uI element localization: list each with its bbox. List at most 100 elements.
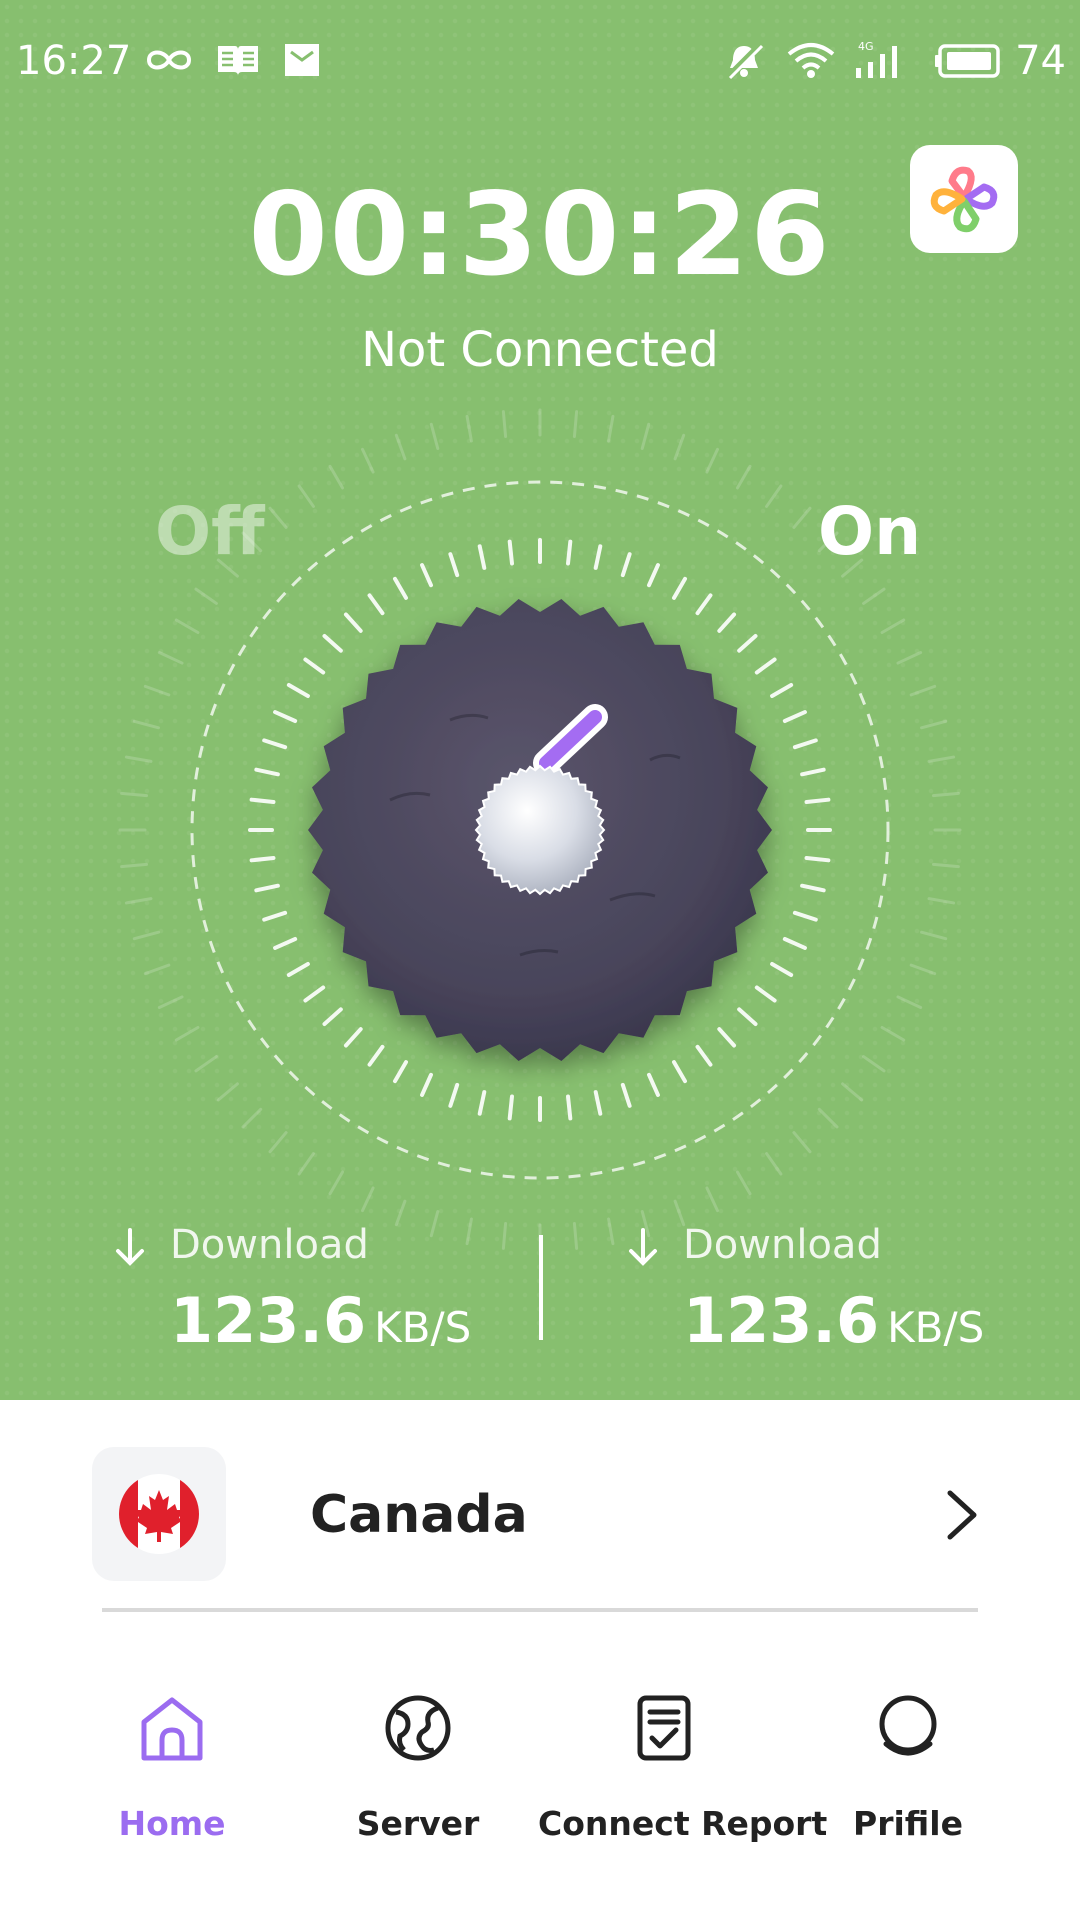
scale-tick (174, 1026, 200, 1042)
scale-tick (216, 558, 239, 578)
profile-icon (879, 1695, 937, 1756)
scale-tick (566, 539, 573, 566)
download-number: 123.6 (170, 1284, 367, 1357)
scale-tick (448, 1082, 460, 1108)
scale-tick (800, 883, 826, 893)
scale-tick (736, 1170, 752, 1196)
scale-tick (754, 657, 777, 675)
scale-tick (132, 719, 160, 730)
scale-tick (507, 1094, 514, 1121)
battery-icon (935, 44, 1000, 78)
nav-tab-profile[interactable]: Prifile (783, 1692, 1033, 1852)
scale-tick (765, 1152, 783, 1176)
scale-tick (620, 1082, 632, 1108)
scale-tick (328, 464, 344, 490)
scale-tick (817, 531, 839, 553)
scale-tick (367, 1044, 385, 1067)
scale-tick (249, 797, 276, 804)
scale-tick (254, 883, 280, 893)
arrow-down-icon (629, 1228, 657, 1266)
scale-tick (566, 1094, 573, 1121)
scale-tick (931, 862, 960, 869)
scale-tick (593, 1090, 603, 1116)
power-dial[interactable] (90, 380, 990, 1280)
scale-tick (782, 710, 807, 723)
nav-label-profile: Prifile (853, 1804, 963, 1843)
knob-center-cap (474, 764, 606, 896)
scale-tick (343, 612, 363, 633)
scale-tick (672, 1060, 687, 1084)
canada-flag-icon (119, 1474, 199, 1554)
nav-tab-connect-report[interactable]: Connect Report (538, 1692, 827, 1852)
scale-tick (880, 1026, 906, 1042)
country-name: Canada (310, 1485, 528, 1545)
scale-tick (695, 593, 713, 616)
scale-tick (268, 506, 288, 529)
scale-tick (429, 422, 440, 450)
scale-tick (572, 1221, 579, 1250)
scale-tick (705, 1186, 719, 1213)
scale-tick (194, 1055, 218, 1073)
scale-tick (124, 897, 153, 905)
scale-tick (792, 910, 818, 922)
nav-tab-home[interactable]: Home (47, 1692, 297, 1852)
scale-tick (896, 651, 923, 665)
scale-tick (216, 1082, 239, 1102)
scale-tick (448, 552, 460, 578)
nav-tab-server[interactable]: Server (293, 1692, 543, 1852)
scale-tick (792, 1131, 812, 1154)
scale-tick (770, 683, 794, 698)
arrow-down-icon (116, 1228, 144, 1266)
scale-tick (367, 593, 385, 616)
wifi-icon (787, 43, 835, 78)
home-icon (141, 1697, 203, 1761)
scale-tick (640, 422, 651, 450)
scale-tick (143, 963, 171, 976)
speed-divider (539, 1235, 543, 1340)
download-label: Download (170, 1222, 369, 1268)
download-number: 123.6 (683, 1284, 880, 1357)
scale-tick (673, 433, 686, 461)
scale-tick (361, 1186, 375, 1213)
scale-tick (241, 1107, 263, 1129)
scale-tick (647, 1072, 660, 1097)
nav-label-server: Server (356, 1804, 480, 1843)
scale-tick (394, 433, 407, 461)
scale-tick (705, 447, 719, 474)
scale-tick (286, 962, 310, 977)
chevron-right-icon[interactable] (942, 1487, 982, 1543)
scale-tick (593, 544, 603, 570)
nav-label-home: Home (118, 1804, 226, 1843)
scale-tick (717, 1027, 737, 1048)
scale-tick (737, 1007, 758, 1027)
scale-tick (174, 618, 200, 634)
scale-tick (343, 1027, 363, 1048)
scale-tick (800, 767, 826, 777)
globe-icon (385, 1695, 451, 1761)
scale-tick (393, 576, 408, 600)
scale-tick (862, 1055, 886, 1073)
download-speed-right: Download 123.6 KB/S (626, 1222, 1026, 1372)
scale-tick (841, 558, 864, 578)
scale-tick (297, 1152, 315, 1176)
scale-tick (736, 464, 752, 490)
scale-tick (120, 791, 149, 798)
scale-tick (194, 587, 218, 605)
scale-tick (817, 1107, 839, 1129)
scale-tick (782, 937, 807, 950)
flag-container (92, 1447, 226, 1581)
scale-tick (286, 683, 310, 698)
server-selector[interactable]: Canada (92, 1447, 982, 1582)
scale-tick (909, 963, 937, 976)
scale-tick (477, 1090, 487, 1116)
scale-tick (920, 719, 948, 730)
download-value: 123.6 KB/S (170, 1284, 471, 1357)
scale-tick (143, 684, 171, 697)
scale-tick (765, 484, 783, 508)
scale-tick (862, 587, 886, 605)
scale-tick (909, 684, 937, 697)
scale-tick (792, 738, 818, 750)
scale-tick (770, 962, 794, 977)
scale-tick (254, 767, 280, 777)
scale-tick (620, 552, 632, 578)
